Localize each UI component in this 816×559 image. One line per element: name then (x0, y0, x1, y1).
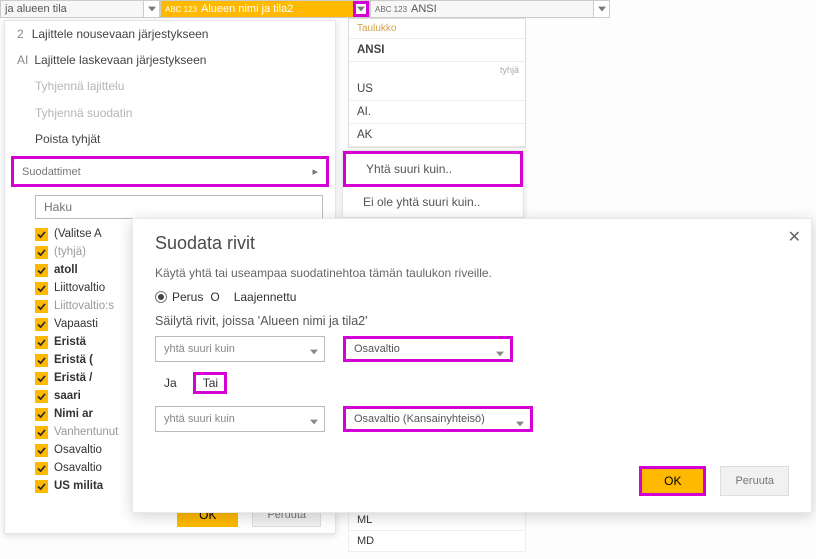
checkbox-label: Liittovaltio:s (54, 300, 114, 312)
dropdown-icon[interactable] (143, 1, 159, 17)
ansi-list-row[interactable]: ANSI (349, 39, 525, 62)
checkbox-label: Liittovaltio (54, 282, 105, 294)
checkbox-icon (35, 444, 48, 457)
dropdown-icon[interactable] (353, 1, 369, 17)
dialog-cancel-button[interactable]: Peruuta (720, 466, 789, 496)
radio-or[interactable]: Tai (193, 372, 227, 394)
checkbox-icon (35, 480, 48, 493)
checkbox-icon (35, 246, 48, 259)
submenu-not-equals[interactable]: Ei ole yhtä suuri kuin.. (343, 187, 523, 217)
checkbox-label: (Valitse A (54, 228, 102, 240)
dialog-ok-button[interactable]: OK (642, 469, 703, 493)
ansi-list-row[interactable]: AI. (349, 101, 525, 124)
keep-rows-label: Säilytä rivit, joissa 'Alueen nimi ja ti… (155, 314, 789, 328)
submenu-equals[interactable]: Yhtä suuri kuin.. (343, 151, 523, 187)
checkbox-label: Eristä / (54, 372, 92, 384)
checkbox-icon (35, 426, 48, 439)
filter-submenu: Yhtä suuri kuin.. Ei ole yhtä suuri kuin… (342, 150, 524, 218)
checkbox-icon (35, 390, 48, 403)
dialog-subtitle: Käytä yhtä tai useampaa suodatinehtoa tä… (155, 266, 789, 280)
chevron-down-icon (496, 348, 504, 360)
sort-descending[interactable]: AILajittele laskevaan järjestykseen (5, 47, 335, 73)
checkbox-label: atoll (54, 264, 78, 276)
checkbox-label: Osavaltio (54, 462, 102, 474)
value-combo-1[interactable]: Osavaltio (343, 336, 513, 362)
clear-filter: Tyhjennä suodatin (5, 100, 335, 126)
chevron-down-icon (310, 346, 318, 358)
radio-and[interactable]: Ja (159, 376, 177, 390)
checkbox-icon (35, 228, 48, 241)
checkbox-icon (35, 300, 48, 313)
clear-sort: Tyhjennä lajittelu (5, 73, 335, 99)
checkbox-label: Vapaasti (54, 318, 98, 330)
type-icon: ABC 123 (165, 6, 197, 13)
checkbox-label: Osavaltio (54, 444, 102, 456)
dialog-title: Suodata rivit (155, 233, 789, 254)
checkbox-icon (35, 264, 48, 277)
search-input[interactable] (35, 195, 323, 219)
column-label: ja alueen tila (5, 3, 67, 15)
value-combo-2[interactable]: Osavaltio (Kansainyhteisö) (343, 406, 533, 432)
checkbox-label: US milita (54, 480, 103, 492)
type-icon: ABC 123 (375, 6, 407, 13)
ansi-list-row[interactable]: AK (349, 124, 525, 147)
column-headers: ja alueen tila ABC 123 Alueen nimi ja ti… (0, 0, 816, 18)
filter-row-1: yhtä suuri kuin Osavaltio (155, 336, 789, 362)
chevron-down-icon (516, 418, 524, 430)
checkbox-label: (tyhjä) (54, 246, 86, 258)
chevron-down-icon (310, 416, 318, 428)
dropdown-icon[interactable] (593, 1, 609, 17)
radio-basic[interactable]: PerusO (155, 290, 220, 304)
filters-flyout[interactable]: Suodattimet ▸ (11, 156, 329, 187)
table-row[interactable]: MD (348, 531, 526, 552)
ansi-list-row[interactable]: US (349, 78, 525, 101)
filters-label: Suodattimet (22, 166, 81, 178)
dialog-footer: OK Peruuta (639, 466, 789, 496)
checkbox-label: Vanhentunut (54, 426, 118, 438)
checkbox-icon (35, 282, 48, 295)
checkbox-icon (35, 354, 48, 367)
filter-row-2: yhtä suuri kuin Osavaltio (Kansainyhteis… (155, 406, 789, 432)
checkbox-icon (35, 408, 48, 421)
chevron-right-icon: ▸ (312, 165, 318, 178)
data-rows-tail: ML MD (348, 510, 526, 552)
column-header-2-selected[interactable]: ABC 123 Alueen nimi ja tila2 (160, 0, 370, 18)
column-header-3[interactable]: ABC 123 ANSI (370, 0, 610, 18)
checkbox-icon (35, 336, 48, 349)
radio-advanced[interactable]: Laajennettu (234, 290, 297, 304)
radio-icon (155, 291, 167, 303)
checkbox-label: saari (54, 390, 81, 402)
close-icon[interactable]: ✕ (788, 227, 801, 247)
column-label: ANSI (411, 3, 437, 15)
column-header-1[interactable]: ja alueen tila (0, 0, 160, 18)
checkbox-label: Nimi ar (54, 408, 93, 420)
checkbox-icon (35, 462, 48, 475)
sort-ascending[interactable]: 2Lajittele nousevaan järjestykseen (5, 21, 335, 47)
ansi-tail: tyhjä (349, 62, 525, 78)
and-or-row: Ja Tai (159, 372, 789, 394)
checkbox-label: Eristä (54, 336, 86, 348)
filter-rows-dialog: ✕ Suodata rivit Käytä yhtä tai useampaa … (132, 218, 812, 513)
remove-empty[interactable]: Poista tyhjät (5, 126, 335, 152)
checkbox-icon (35, 372, 48, 385)
operator-combo-1[interactable]: yhtä suuri kuin (155, 336, 325, 362)
checkbox-label: Eristä ( (54, 354, 93, 366)
operator-combo-2[interactable]: yhtä suuri kuin (155, 406, 325, 432)
checkbox-icon (35, 318, 48, 331)
table-row[interactable]: ML (348, 510, 526, 531)
search-row (35, 195, 323, 219)
ansi-list-header: Taulukko (349, 19, 525, 39)
column-label: Alueen nimi ja tila2 (201, 3, 293, 15)
ansi-dropdown-list: Taulukko ANSI tyhjä US AI. AK (348, 18, 526, 148)
mode-radio-row: PerusO Laajennettu (155, 290, 789, 304)
